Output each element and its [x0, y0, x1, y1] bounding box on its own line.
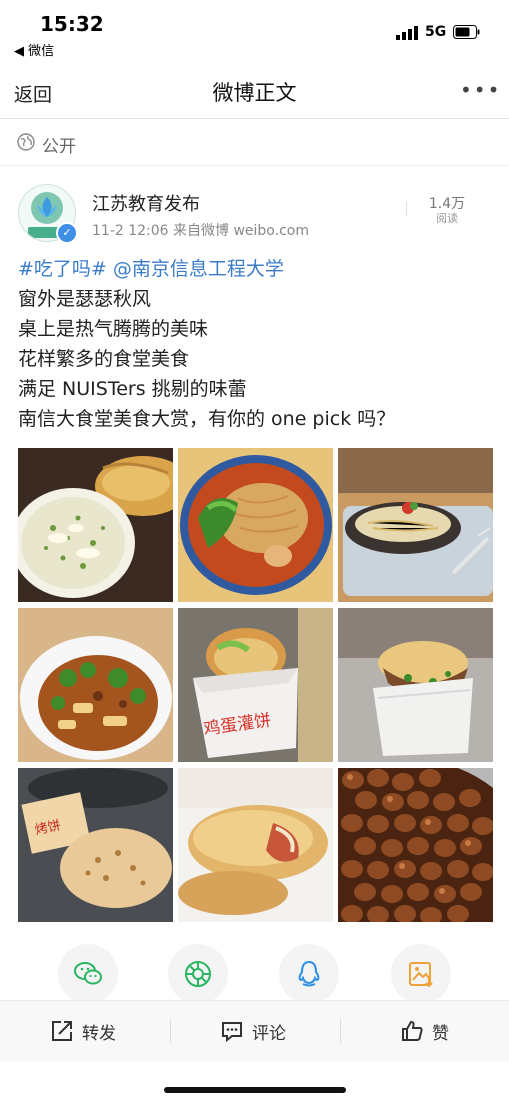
- signal-icon: [396, 26, 418, 40]
- photo-egg-pancake-wrap[interactable]: 鸡蛋灌饼: [178, 608, 333, 762]
- share-wechat-button[interactable]: [58, 944, 118, 1004]
- divider: [406, 202, 407, 216]
- network-type: 5G: [425, 24, 447, 40]
- post-line: 满足 NUISTers 挑剔的味蕾: [18, 378, 247, 400]
- globe-icon: [17, 133, 35, 151]
- moments-icon: [185, 961, 211, 987]
- divider: [170, 1019, 171, 1043]
- visibility-row: 公开: [0, 119, 509, 166]
- wechat-icon: [74, 962, 102, 985]
- repost-icon: [52, 1021, 72, 1041]
- photo-roujiamo[interactable]: [338, 608, 493, 762]
- share-qq-button[interactable]: [279, 944, 339, 1004]
- divider: [340, 1019, 341, 1043]
- post-line: 南信大食堂美食大赏，有你的 one pick 吗？: [18, 408, 396, 430]
- like-icon: [402, 1020, 423, 1041]
- home-indicator: [164, 1087, 346, 1093]
- repost-button[interactable]: 转发: [50, 1019, 140, 1045]
- visibility-label: 公开: [42, 137, 76, 157]
- author-name[interactable]: 江苏教育发布: [92, 190, 200, 216]
- qq-icon: [298, 960, 320, 987]
- post-line: 窗外是瑟瑟秋风: [18, 288, 152, 310]
- photo-egg-drop-soup[interactable]: [18, 448, 173, 602]
- photo-grid: 鸡蛋灌饼 烤饼: [18, 448, 493, 922]
- page-title: 微博正文: [212, 81, 297, 105]
- photo-baked-flatbread[interactable]: 烤饼: [18, 768, 173, 922]
- like-button[interactable]: 赞: [400, 1019, 460, 1045]
- back-to-wechat-link[interactable]: ◀ 微信: [14, 40, 54, 59]
- status-time: 15:32: [40, 12, 104, 36]
- share-moments-button[interactable]: [168, 944, 228, 1004]
- post-line-tags: #吃了吗# @南京信息工程大学: [18, 254, 498, 284]
- like-label: 赞: [432, 1024, 449, 1044]
- photo-stuffed-pastry[interactable]: [178, 768, 333, 922]
- post-line: 桌上是热气腾腾的美味: [18, 318, 209, 340]
- post-text: #吃了吗# @南京信息工程大学 窗外是瑟瑟秋风 桌上是热气腾腾的美味 花样繁多的…: [18, 254, 498, 434]
- photo-spicy-noodle-soup[interactable]: [178, 448, 333, 602]
- battery-icon: [453, 25, 480, 39]
- verified-badge-icon: ✓: [56, 222, 78, 244]
- nav-bar: 返回 微博正文 •••: [0, 62, 509, 119]
- photo-roasted-chestnuts[interactable]: [338, 768, 493, 922]
- comment-button[interactable]: 评论: [220, 1019, 310, 1045]
- mention-link[interactable]: @南京信息工程大学: [113, 258, 284, 280]
- comment-icon: [222, 1022, 242, 1043]
- post-line: 花样繁多的食堂美食: [18, 348, 190, 370]
- save-image-icon: [409, 962, 433, 988]
- save-image-button[interactable]: [391, 944, 451, 1004]
- post-meta: 11-2 12:06 来自微博 weibo.com: [92, 223, 309, 239]
- share-row: [0, 944, 509, 1004]
- hashtag-link[interactable]: #吃了吗#: [18, 258, 107, 280]
- status-bar: 15:32 ◀ 微信 5G: [0, 0, 509, 62]
- photo-sizzling-plate[interactable]: [338, 448, 493, 602]
- repost-label: 转发: [82, 1024, 116, 1044]
- comment-label: 评论: [252, 1024, 286, 1044]
- action-bar: 转发 评论 赞: [0, 1000, 509, 1061]
- more-options-icon[interactable]: •••: [460, 78, 501, 102]
- read-count-label: 阅读: [436, 212, 458, 225]
- photo-spicy-noodle-bowl[interactable]: [18, 608, 173, 762]
